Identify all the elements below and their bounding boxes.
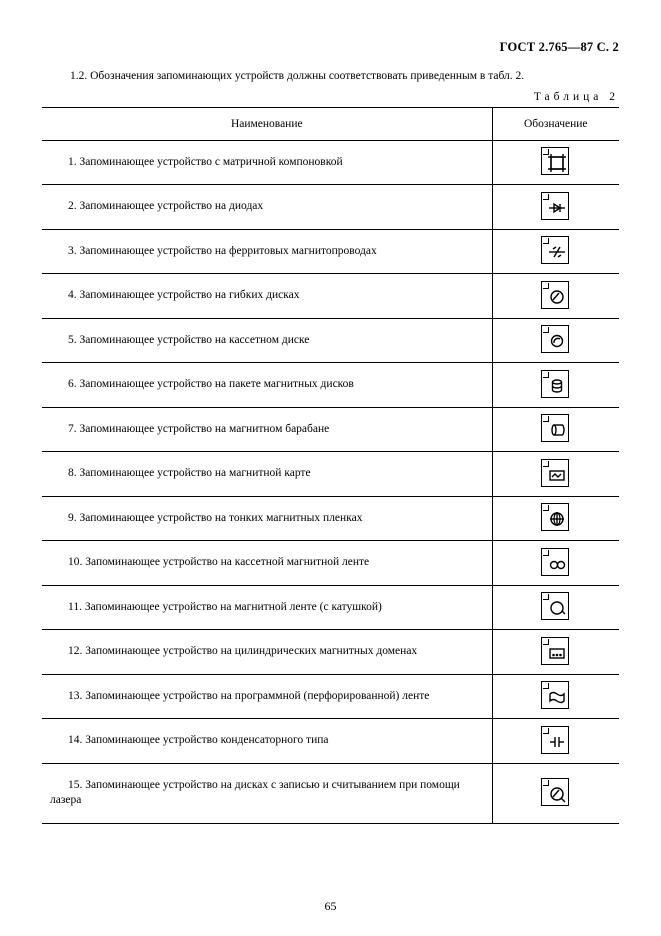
row-symbol bbox=[492, 452, 619, 497]
storage-table: Наименование Обозначение 1. Запоминающее… bbox=[42, 107, 619, 824]
thin-film-icon bbox=[541, 503, 571, 533]
bubble-icon bbox=[541, 637, 571, 667]
section-intro: 1.2. Обозначения запоминающих устройств … bbox=[42, 69, 619, 85]
table-row: 8. Запоминающее устройство на магнитной … bbox=[42, 452, 619, 497]
table-caption: Таблица 2 bbox=[42, 91, 619, 103]
table-row: 12. Запоминающее устройство на цилиндрич… bbox=[42, 630, 619, 675]
table-row: 13. Запоминающее устройство на программн… bbox=[42, 674, 619, 719]
row-symbol bbox=[492, 140, 619, 185]
capacitor-icon bbox=[541, 726, 571, 756]
row-symbol bbox=[492, 496, 619, 541]
col-symbol: Обозначение bbox=[492, 107, 619, 140]
table-row: 15. Запоминающее устройство на дисках с … bbox=[42, 763, 619, 823]
table-row: 9. Запоминающее устройство на тонких маг… bbox=[42, 496, 619, 541]
table-row: 2. Запоминающее устройство на диодах bbox=[42, 185, 619, 230]
disk-pack-icon bbox=[541, 370, 571, 400]
row-symbol bbox=[492, 630, 619, 675]
row-symbol bbox=[492, 185, 619, 230]
table-row: 7. Запоминающее устройство на магнитном … bbox=[42, 407, 619, 452]
table-row: 10. Запоминающее устройство на кассетной… bbox=[42, 541, 619, 586]
table-row: 5. Запоминающее устройство на кассетном … bbox=[42, 318, 619, 363]
table-row: 3. Запоминающее устройство на ферритовых… bbox=[42, 229, 619, 274]
row-name: 10. Запоминающее устройство на кассетной… bbox=[42, 541, 492, 586]
table-row: 1. Запоминающее устройство с матричной к… bbox=[42, 140, 619, 185]
col-name: Наименование bbox=[42, 107, 492, 140]
doc-header: ГОСТ 2.765—87 С. 2 bbox=[42, 40, 619, 55]
row-name: 3. Запоминающее устройство на ферритовых… bbox=[42, 229, 492, 274]
cassette-tape-icon bbox=[541, 548, 571, 578]
row-name: 14. Запоминающее устройство конденсаторн… bbox=[42, 719, 492, 764]
reel-icon bbox=[541, 592, 571, 622]
table-row: 11. Запоминающее устройство на магнитной… bbox=[42, 585, 619, 630]
row-symbol bbox=[492, 363, 619, 408]
row-symbol bbox=[492, 541, 619, 586]
ferrite-icon bbox=[541, 236, 571, 266]
row-name: 13. Запоминающее устройство на программн… bbox=[42, 674, 492, 719]
row-symbol bbox=[492, 274, 619, 319]
row-symbol bbox=[492, 674, 619, 719]
punched-tape-icon bbox=[541, 681, 571, 711]
row-name: 6. Запоминающее устройство на пакете маг… bbox=[42, 363, 492, 408]
row-name: 8. Запоминающее устройство на магнитной … bbox=[42, 452, 492, 497]
row-symbol bbox=[492, 585, 619, 630]
row-name: 7. Запоминающее устройство на магнитном … bbox=[42, 407, 492, 452]
row-name: 15. Запоминающее устройство на дисках с … bbox=[42, 763, 492, 823]
row-name: 4. Запоминающее устройство на гибких дис… bbox=[42, 274, 492, 319]
page-number: 65 bbox=[0, 899, 661, 914]
laser-disk-icon bbox=[541, 778, 571, 808]
table-row: 4. Запоминающее устройство на гибких дис… bbox=[42, 274, 619, 319]
cassette-disk-icon bbox=[541, 325, 571, 355]
row-name: 12. Запоминающее устройство на цилиндрич… bbox=[42, 630, 492, 675]
matrix-icon bbox=[541, 147, 571, 177]
drum-icon bbox=[541, 414, 571, 444]
row-name: 11. Запоминающее устройство на магнитной… bbox=[42, 585, 492, 630]
diode-icon bbox=[541, 192, 571, 222]
table-row: 14. Запоминающее устройство конденсаторн… bbox=[42, 719, 619, 764]
table-row: 6. Запоминающее устройство на пакете маг… bbox=[42, 363, 619, 408]
row-name: 1. Запоминающее устройство с матричной к… bbox=[42, 140, 492, 185]
row-symbol bbox=[492, 407, 619, 452]
row-name: 9. Запоминающее устройство на тонких маг… bbox=[42, 496, 492, 541]
row-name: 2. Запоминающее устройство на диодах bbox=[42, 185, 492, 230]
mag-card-icon bbox=[541, 459, 571, 489]
row-symbol bbox=[492, 229, 619, 274]
row-symbol bbox=[492, 763, 619, 823]
row-name: 5. Запоминающее устройство на кассетном … bbox=[42, 318, 492, 363]
floppy-icon bbox=[541, 281, 571, 311]
row-symbol bbox=[492, 318, 619, 363]
row-symbol bbox=[492, 719, 619, 764]
